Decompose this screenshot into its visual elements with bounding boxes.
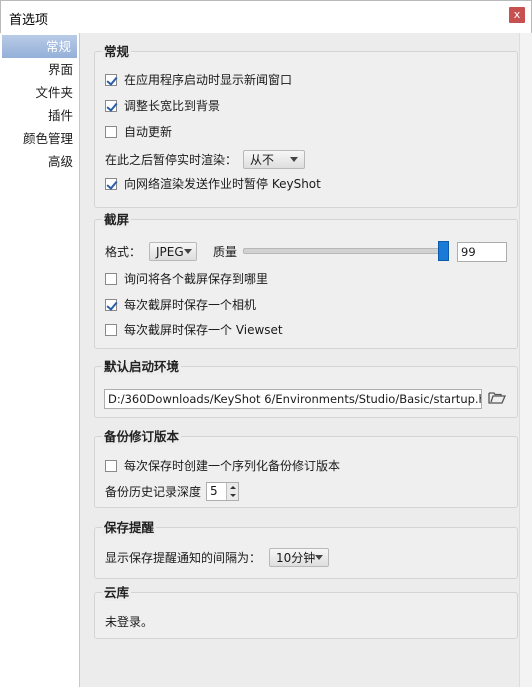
sidebar-item-advanced[interactable]: 高级 <box>0 150 79 173</box>
adjust-aspect-label: 调整长宽比到背景 <box>124 99 221 113</box>
create-backup-row[interactable]: 每次保存时创建一个序列化备份修订版本 <box>105 457 340 474</box>
pause-render-label: 在此之后暂停实时渲染： <box>105 153 238 167</box>
title-bar: 首选项 x <box>0 0 532 34</box>
pause-network-label: 向网络渲染发送作业时暂停 KeyShot <box>124 177 321 191</box>
close-button[interactable]: x <box>509 7 525 23</box>
pause-network-checkbox[interactable] <box>105 177 117 190</box>
cloud-library-group: 云库 未登录。 <box>94 582 518 639</box>
backup-depth-stepper[interactable]: 5 <box>206 482 240 501</box>
pause-render-value: 从不 <box>250 153 275 167</box>
ask-save-checkbox[interactable] <box>105 272 117 285</box>
quality-label: 质量 <box>213 245 238 259</box>
reminder-interval-value: 10分钟 <box>276 551 316 565</box>
quality-slider-track[interactable] <box>243 248 443 254</box>
save-reminder-group: 保存提醒 显示保存提醒通知的间隔为： 10分钟 <box>94 517 518 579</box>
cloud-status-text: 未登录。 <box>105 615 154 629</box>
sidebar-item-folders[interactable]: 文件夹 <box>0 81 79 104</box>
stepper-up-button[interactable] <box>227 483 239 492</box>
backup-title: 备份修订版本 <box>102 426 182 445</box>
show-news-label: 在应用程序启动时显示新闻窗口 <box>124 73 293 87</box>
show-news-row[interactable]: 在应用程序启动时显示新闻窗口 <box>105 71 292 88</box>
format-row: 格式： JPEG 质量 <box>105 242 237 261</box>
reminder-interval-row: 显示保存提醒通知的间隔为： 10分钟 <box>105 548 330 567</box>
save-reminder-title: 保存提醒 <box>102 517 157 536</box>
quality-input[interactable]: 99 <box>457 242 507 262</box>
folder-open-icon[interactable] <box>488 390 506 408</box>
screenshot-title: 截屏 <box>102 209 132 228</box>
reminder-interval-dropdown[interactable]: 10分钟 <box>269 548 330 567</box>
reminder-interval-label: 显示保存提醒通知的间隔为： <box>105 551 262 565</box>
save-camera-checkbox[interactable] <box>105 298 117 311</box>
screenshot-group: 截屏 格式： JPEG 质量 99 询问将各个截屏保存到哪里 每次截屏时保存一个… <box>94 209 518 349</box>
sidebar-item-interface[interactable]: 界面 <box>0 58 79 81</box>
save-viewset-row[interactable]: 每次截屏时保存一个 Viewset <box>105 321 283 338</box>
stepper-down-button[interactable] <box>227 491 239 500</box>
chevron-down-icon <box>229 494 236 498</box>
sidebar-item-plugins[interactable]: 插件 <box>0 104 79 127</box>
startup-environment-path[interactable]: D:/360Downloads/KeyShot 6/Environments/S… <box>104 389 482 409</box>
pause-render-dropdown[interactable]: 从不 <box>243 150 306 169</box>
chevron-up-icon <box>229 485 236 489</box>
adjust-aspect-row[interactable]: 调整长宽比到背景 <box>105 97 220 114</box>
auto-update-label: 自动更新 <box>124 125 173 139</box>
chevron-down-icon <box>290 157 299 162</box>
backup-group: 备份修订版本 每次保存时创建一个序列化备份修订版本 备份历史记录深度 5 <box>94 426 518 508</box>
save-camera-label: 每次截屏时保存一个相机 <box>124 298 257 312</box>
pause-render-row: 在此之后暂停实时渲染： 从不 <box>105 150 306 169</box>
save-viewset-checkbox[interactable] <box>105 323 117 336</box>
chevron-down-icon <box>183 249 192 254</box>
window-title: 首选项 <box>9 13 49 28</box>
show-news-checkbox[interactable] <box>105 73 117 86</box>
ask-save-label: 询问将各个截屏保存到哪里 <box>124 272 269 286</box>
sidebar-item-color-management[interactable]: 颜色管理 <box>0 127 79 150</box>
create-backup-label: 每次保存时创建一个序列化备份修订版本 <box>124 459 341 473</box>
backup-depth-value[interactable]: 5 <box>207 483 226 500</box>
save-viewset-label: 每次截屏时保存一个 Viewset <box>124 323 283 337</box>
general-title: 常规 <box>102 41 132 60</box>
format-value: JPEG <box>156 244 184 259</box>
general-group: 常规 在应用程序启动时显示新闻窗口 调整长宽比到背景 自动更新 在此之后暂停实时… <box>94 41 518 208</box>
auto-update-checkbox[interactable] <box>105 125 117 138</box>
format-label: 格式： <box>105 245 142 259</box>
sidebar-item-general[interactable]: 常规 <box>2 35 77 58</box>
cloud-status-row: 未登录。 <box>105 613 153 630</box>
startup-environment-title: 默认启动环境 <box>102 356 182 375</box>
backup-depth-label: 备份历史记录深度 <box>105 485 202 499</box>
chevron-down-icon <box>315 555 324 560</box>
create-backup-checkbox[interactable] <box>105 459 117 472</box>
ask-save-row[interactable]: 询问将各个截屏保存到哪里 <box>105 270 268 287</box>
pause-network-row[interactable]: 向网络渲染发送作业时暂停 KeyShot <box>105 175 321 192</box>
adjust-aspect-checkbox[interactable] <box>105 99 117 112</box>
sidebar: 常规 界面 文件夹 插件 颜色管理 高级 <box>0 33 80 687</box>
quality-slider-handle[interactable] <box>438 241 449 261</box>
scrollbar[interactable] <box>519 33 532 687</box>
startup-environment-group: 默认启动环境 D:/360Downloads/KeyShot 6/Environ… <box>94 356 518 418</box>
save-camera-row[interactable]: 每次截屏时保存一个相机 <box>105 296 256 313</box>
backup-depth-row: 备份历史记录深度 5 <box>105 482 240 501</box>
format-dropdown[interactable]: JPEG <box>149 242 198 261</box>
auto-update-row[interactable]: 自动更新 <box>105 123 172 140</box>
cloud-library-title: 云库 <box>102 582 132 601</box>
